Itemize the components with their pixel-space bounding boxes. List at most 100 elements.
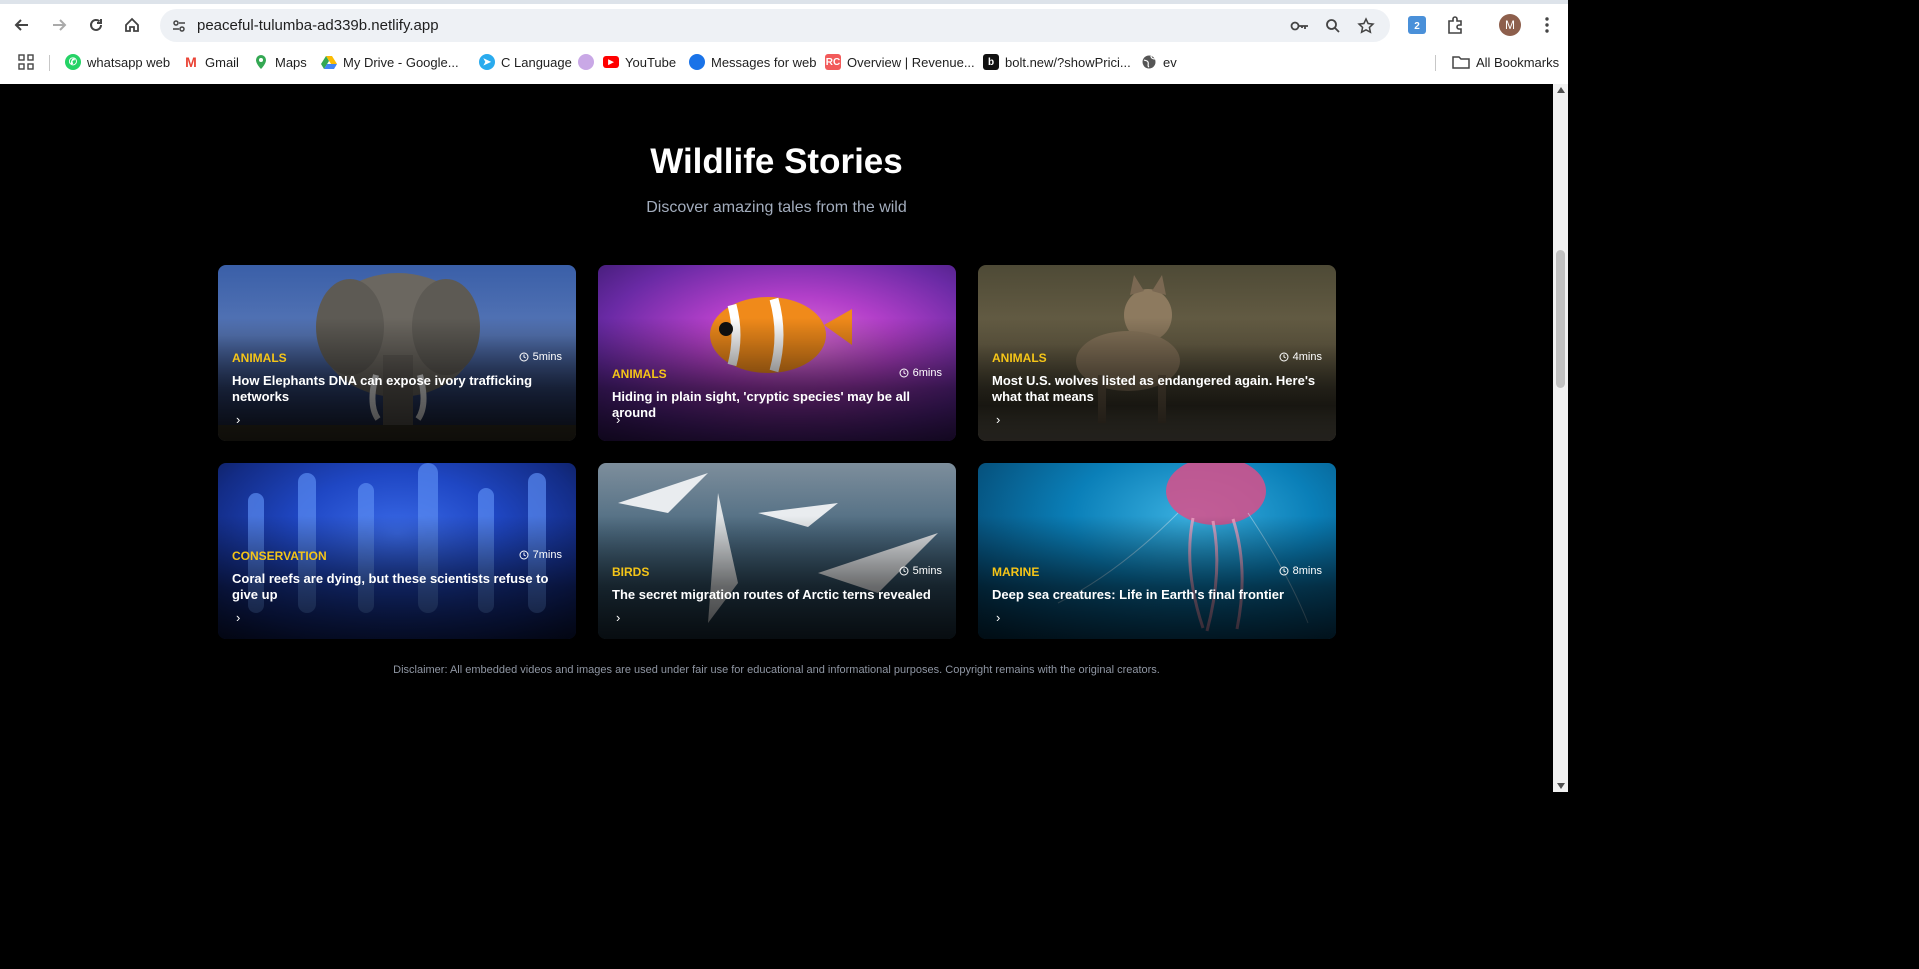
clock-icon (899, 566, 909, 576)
profile-avatar[interactable]: M (1499, 14, 1521, 36)
bookmark-maps[interactable]: Maps (253, 52, 307, 72)
reload-button[interactable] (82, 11, 110, 39)
story-card[interactable]: ANIMALS 5mins How Elephants DNA can expo… (218, 265, 576, 441)
bookmark-messages[interactable]: Messages for web (689, 52, 817, 72)
chevron-right-icon[interactable]: › (616, 412, 620, 427)
card-category: ANIMALS (612, 367, 667, 381)
bookmarks-bar: ✆ whatsapp web M Gmail Maps My Drive - G… (0, 46, 1568, 78)
card-read-time: 4mins (1279, 351, 1322, 363)
all-bookmarks-label: All Bookmarks (1476, 54, 1560, 70)
story-card[interactable]: BIRDS 5mins The secret migration routes … (598, 463, 956, 639)
arrow-left-icon (14, 19, 28, 31)
bookmark-revenuecat[interactable]: RC Overview | Revenue... (825, 52, 975, 72)
card-overlay (598, 463, 956, 639)
card-title: Hiding in plain sight, 'cryptic species'… (612, 389, 911, 420)
revenuecat-icon: RC (825, 54, 841, 70)
back-button[interactable] (8, 11, 36, 39)
read-time-text: 6mins (912, 367, 942, 379)
bookmark-label: Maps (275, 54, 307, 70)
card-title: How Elephants DNA can expose ivory traff… (232, 373, 533, 404)
browser-toolbar: peaceful-tulumba-ad339b.netlify.app 2 M (0, 4, 1568, 46)
zoom-icon[interactable] (1322, 15, 1344, 37)
folder-icon (1452, 56, 1470, 69)
read-time-text: 7mins (532, 549, 562, 561)
bookmark-label: My Drive - Google... (343, 54, 459, 70)
card-title: Coral reefs are dying, but these scienti… (232, 571, 549, 602)
bookmark-bolt[interactable]: b bolt.new/?showPrici... (983, 52, 1131, 72)
card-overlay (978, 463, 1336, 639)
chevron-right-icon[interactable]: › (996, 610, 1000, 625)
youtube-icon: ▶ (603, 56, 619, 68)
clock-icon (519, 550, 529, 560)
arrow-right-icon (53, 19, 67, 31)
bookmark-youtube[interactable]: ▶ YouTube (603, 52, 676, 72)
page-scrollbar[interactable] (1553, 84, 1568, 792)
bookmark-gmail[interactable]: M Gmail (183, 52, 239, 72)
card-read-time: 8mins (1279, 565, 1322, 577)
card-title: Deep sea creatures: Life in Earth's fina… (992, 587, 1285, 602)
whatsapp-icon: ✆ (65, 54, 81, 70)
bolt-icon: b (983, 54, 999, 70)
scroll-thumb[interactable] (1556, 250, 1565, 388)
card-category: BIRDS (612, 565, 650, 579)
apps-grid-icon[interactable] (18, 52, 34, 72)
translate-extension-icon[interactable]: 2 (1406, 14, 1428, 36)
card-read-time: 6mins (899, 367, 942, 379)
all-bookmarks-button[interactable]: All Bookmarks (1452, 52, 1559, 72)
disclaimer-text: Disclaimer: All embedded videos and imag… (393, 664, 1160, 676)
person-emoji-icon (577, 54, 594, 70)
read-time-text: 5mins (532, 351, 562, 363)
chevron-right-icon[interactable]: › (236, 412, 240, 427)
bookmark-drive[interactable]: My Drive - Google... (321, 52, 459, 72)
bookmarks-divider (1435, 55, 1436, 71)
browser-chrome: peaceful-tulumba-ad339b.netlify.app 2 M (0, 0, 1568, 84)
password-key-icon[interactable] (1289, 15, 1311, 37)
bookmark-label: YouTube (625, 54, 677, 70)
globe-icon (1142, 55, 1156, 69)
clock-icon (899, 368, 909, 378)
card-category: CONSERVATION (232, 549, 327, 563)
bookmark-ev[interactable]: ev (1141, 52, 1177, 72)
card-read-time: 7mins (519, 549, 562, 561)
messages-icon (689, 54, 705, 70)
card-category: ANIMALS (992, 351, 1047, 365)
card-category: ANIMALS (232, 351, 287, 365)
bookmark-label: ev (1163, 54, 1177, 70)
svg-text:2: 2 (1414, 21, 1420, 32)
story-card[interactable]: ANIMALS 4mins Most U.S. wolves listed as… (978, 265, 1336, 441)
more-menu-icon[interactable] (1536, 14, 1558, 36)
home-icon (125, 17, 139, 32)
bookmark-label: whatsapp web (87, 54, 171, 70)
story-card[interactable]: CONSERVATION 7mins Coral reefs are dying… (218, 463, 576, 639)
reload-icon (90, 18, 102, 31)
address-bar[interactable]: peaceful-tulumba-ad339b.netlify.app (160, 9, 1390, 42)
bookmark-whatsapp[interactable]: ✆ whatsapp web (65, 52, 170, 72)
card-title: The secret migration routes of Arctic te… (612, 587, 931, 602)
bookmark-label: C Language (501, 54, 572, 70)
site-info-icon[interactable] (166, 13, 192, 38)
bookmark-label: Messages for web (711, 54, 817, 70)
forward-button[interactable] (45, 11, 73, 39)
gmail-icon: M (185, 54, 197, 70)
bookmark-label: bolt.new/?showPrici... (1005, 54, 1131, 70)
clock-icon (1279, 352, 1289, 362)
story-card[interactable]: MARINE 8mins Deep sea creatures: Life in… (978, 463, 1336, 639)
chevron-right-icon[interactable]: › (996, 412, 1000, 427)
bookmark-c-language[interactable]: ➤ C Language (479, 52, 594, 72)
card-read-time: 5mins (519, 351, 562, 363)
chevron-right-icon[interactable]: › (236, 610, 240, 625)
url-text: peaceful-tulumba-ad339b.netlify.app (197, 17, 439, 34)
bookmark-label: Overview | Revenue... (847, 54, 975, 70)
chevron-right-icon[interactable]: › (616, 610, 620, 625)
read-time-text: 5mins (912, 565, 942, 577)
scroll-up-icon[interactable] (1557, 87, 1565, 93)
read-time-text: 4mins (1292, 351, 1322, 363)
section-subtitle: Discover amazing tales from the wild (646, 199, 907, 216)
bookmarks-divider (49, 55, 50, 71)
extensions-puzzle-icon[interactable] (1444, 14, 1466, 36)
story-card[interactable]: ANIMALS 6mins Hiding in plain sight, 'cr… (598, 265, 956, 441)
bookmark-star-icon[interactable] (1355, 15, 1377, 37)
home-button[interactable] (118, 11, 146, 39)
scroll-down-icon[interactable] (1557, 783, 1565, 789)
card-title: Most U.S. wolves listed as endangered ag… (992, 373, 1316, 404)
